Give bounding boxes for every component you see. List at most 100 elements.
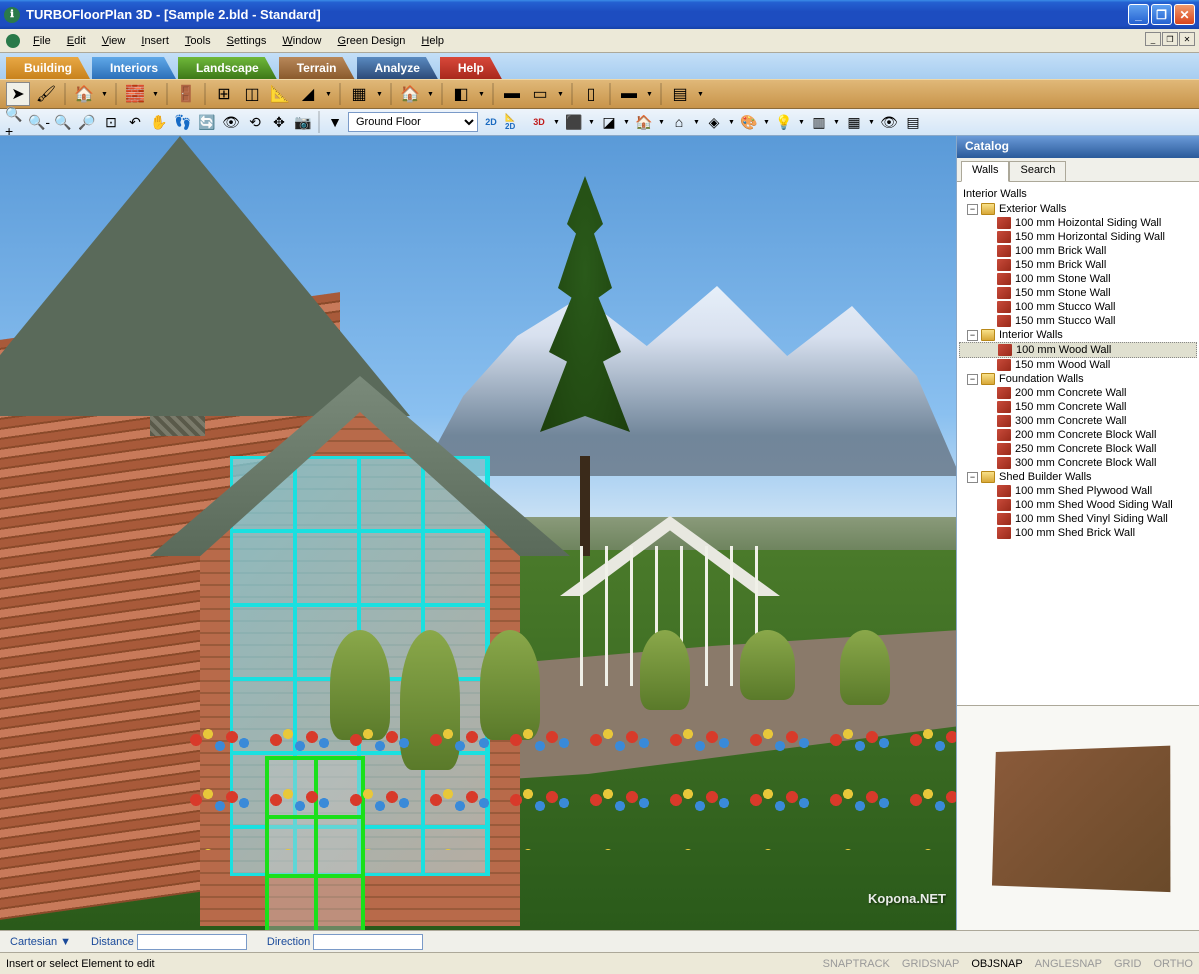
collapse-icon[interactable]: − — [967, 374, 978, 385]
view-2d-designer-icon[interactable]: 📐2D — [504, 111, 526, 133]
tree-item[interactable]: 150 mm Concrete Wall — [959, 400, 1197, 414]
dropdown-icon[interactable]: ▼ — [587, 119, 596, 126]
dropdown-icon[interactable]: ▼ — [556, 91, 565, 98]
minimize-button[interactable]: _ — [1128, 4, 1149, 25]
status-mode-snaptrack[interactable]: SNAPTRACK — [823, 958, 890, 970]
tree-item[interactable]: 100 mm Shed Vinyl Siding Wall — [959, 512, 1197, 526]
collapse-icon[interactable]: − — [967, 330, 978, 341]
direction-input[interactable] — [313, 934, 423, 950]
menu-help[interactable]: Help — [414, 33, 451, 49]
view-filter-icon[interactable]: 👁 — [878, 111, 900, 133]
distance-input[interactable] — [137, 934, 247, 950]
dropdown-icon[interactable]: ▼ — [375, 91, 384, 98]
layers-icon[interactable]: ▤ — [902, 111, 924, 133]
camera-icon[interactable]: 📷 — [292, 111, 314, 133]
catalog-tab-walls[interactable]: Walls — [961, 161, 1009, 182]
wall-tool-icon[interactable]: 🧱 — [123, 82, 147, 106]
maximize-button[interactable]: ❐ — [1151, 4, 1172, 25]
tree-item[interactable]: 150 mm Stone Wall — [959, 286, 1197, 300]
menu-tools[interactable]: Tools — [178, 33, 218, 49]
tree-group[interactable]: −Shed Builder Walls — [959, 470, 1197, 484]
zoom-fit-icon[interactable]: ⊡ — [100, 111, 122, 133]
roof-tool-icon[interactable]: 🏠 — [398, 82, 422, 106]
door-tool-icon[interactable]: 🚪 — [174, 82, 198, 106]
floor-select[interactable]: Ground Floor — [348, 112, 478, 132]
house-wizard-icon[interactable]: 🏠 — [72, 82, 96, 106]
dropdown-icon[interactable]: ▼ — [622, 119, 631, 126]
menu-green-design[interactable]: Green Design — [331, 33, 413, 49]
tree-item[interactable]: 150 mm Horizontal Siding Wall — [959, 230, 1197, 244]
paint-tool-icon[interactable]: 🖌 — [34, 82, 58, 106]
tab-building[interactable]: Building — [6, 57, 90, 79]
tab-terrain[interactable]: Terrain — [279, 57, 355, 79]
status-mode-ortho[interactable]: ORTHO — [1153, 958, 1193, 970]
tree-item[interactable]: 100 mm Shed Plywood Wall — [959, 484, 1197, 498]
ceiling-tool-icon[interactable]: ◧ — [449, 82, 473, 106]
pan-icon[interactable]: ✋ — [148, 111, 170, 133]
reset-icon[interactable]: ⟲ — [244, 111, 266, 133]
column-tool-icon[interactable]: ▯ — [579, 82, 603, 106]
tree-item[interactable]: 100 mm Wood Wall — [959, 342, 1197, 358]
3d-viewport[interactable]: Kopona.NET — [0, 136, 956, 930]
dropdown-icon[interactable]: ▼ — [696, 91, 705, 98]
opening-tool-icon[interactable]: ◫ — [240, 82, 264, 106]
tab-interiors[interactable]: Interiors — [92, 57, 176, 79]
ramp-tool-icon[interactable]: ◢ — [296, 82, 320, 106]
dropdown-icon[interactable]: ▼ — [727, 119, 736, 126]
zoom-in-icon[interactable]: 🔍+ — [4, 111, 26, 133]
dropdown-icon[interactable]: ▼ — [645, 91, 654, 98]
dropdown-icon[interactable]: ▼ — [832, 119, 841, 126]
stairs-tool-icon[interactable]: 📐 — [268, 82, 292, 106]
zoom-realtime-icon[interactable]: 🔎 — [76, 111, 98, 133]
tree-group[interactable]: −Exterior Walls — [959, 202, 1197, 216]
menu-file[interactable]: File — [26, 33, 58, 49]
dropdown-icon[interactable]: ▼ — [552, 119, 561, 126]
dropdown-icon[interactable]: ▼ — [692, 119, 701, 126]
dropdown-icon[interactable]: ▼ — [797, 119, 806, 126]
dropdown-icon[interactable]: ▼ — [151, 91, 160, 98]
view-3d-icon[interactable]: 3D — [528, 111, 550, 133]
house-red-icon[interactable]: 🏠 — [633, 111, 655, 133]
tree-item[interactable]: 150 mm Wood Wall — [959, 358, 1197, 372]
tree-item[interactable]: 100 mm Shed Brick Wall — [959, 526, 1197, 540]
tree-item[interactable]: 150 mm Stucco Wall — [959, 314, 1197, 328]
tab-help[interactable]: Help — [440, 57, 502, 79]
status-mode-gridsnap[interactable]: GRIDSNAP — [902, 958, 959, 970]
status-mode-objsnap[interactable]: OBJSNAP — [971, 958, 1022, 970]
tree-group[interactable]: −Interior Walls — [959, 328, 1197, 342]
dropdown-icon[interactable]: ▼ — [100, 91, 109, 98]
select-tool-icon[interactable]: ➤ — [6, 82, 30, 106]
foundation-tool-icon[interactable]: ▬ — [500, 82, 524, 106]
tree-item[interactable]: 200 mm Concrete Wall — [959, 386, 1197, 400]
light-icon[interactable]: 💡 — [773, 111, 795, 133]
tree-item[interactable]: 300 mm Concrete Block Wall — [959, 456, 1197, 470]
catalog-tab-search[interactable]: Search — [1009, 161, 1066, 182]
render-icon[interactable]: ◈ — [703, 111, 725, 133]
zoom-out-icon[interactable]: 🔍- — [28, 111, 50, 133]
dropdown-icon[interactable]: ▼ — [426, 91, 435, 98]
dropdown-icon[interactable]: ▼ — [867, 119, 876, 126]
floor-tool-icon[interactable]: ▦ — [347, 82, 371, 106]
beam-tool-icon[interactable]: ▬ — [617, 82, 641, 106]
dropdown-icon[interactable]: ▼ — [477, 91, 486, 98]
view-2d-icon[interactable]: 2D — [480, 111, 502, 133]
dropdown-icon[interactable]: ▼ — [762, 119, 771, 126]
mdi-close[interactable]: ✕ — [1179, 32, 1195, 46]
floor-down-icon[interactable]: ▼ — [324, 111, 346, 133]
framing-icon[interactable]: ▦ — [843, 111, 865, 133]
coord-mode[interactable]: Cartesian ▼ — [10, 936, 71, 948]
tree-item[interactable]: 300 mm Concrete Wall — [959, 414, 1197, 428]
tab-landscape[interactable]: Landscape — [178, 57, 277, 79]
mdi-restore[interactable]: ❐ — [1162, 32, 1178, 46]
zoom-window-icon[interactable]: 🔍 — [52, 111, 74, 133]
window-tool-icon[interactable]: ⊞ — [212, 82, 236, 106]
slab-tool-icon[interactable]: ▭ — [528, 82, 552, 106]
house-outline-icon[interactable]: ⌂ — [668, 111, 690, 133]
tree-group[interactable]: −Foundation Walls — [959, 372, 1197, 386]
close-button[interactable]: ✕ — [1174, 4, 1195, 25]
view-elevation-icon[interactable]: ⬛ — [563, 111, 585, 133]
trim-icon[interactable]: ▥ — [808, 111, 830, 133]
menu-settings[interactable]: Settings — [220, 33, 274, 49]
move-icon[interactable]: ✥ — [268, 111, 290, 133]
tree-item[interactable]: 100 mm Brick Wall — [959, 244, 1197, 258]
